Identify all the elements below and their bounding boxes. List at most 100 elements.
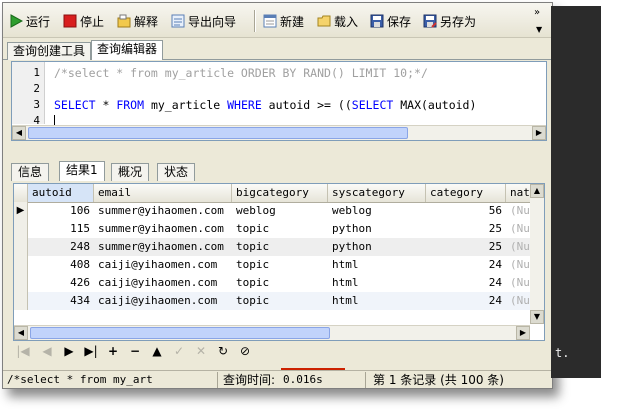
- editor-horizontal-scrollbar[interactable]: ◀ ▶: [12, 125, 546, 140]
- result-tabs: 信息 结果1 概况 状态: [11, 161, 545, 181]
- stop-label: 停止: [80, 14, 105, 29]
- cell-autoid[interactable]: 408: [28, 256, 94, 274]
- add-record-icon[interactable]: +: [105, 343, 121, 359]
- explain-button[interactable]: 解释: [117, 11, 158, 31]
- export-wizard-button[interactable]: 导出向导: [171, 11, 236, 31]
- sql-line-1-comment: /*select * from my_article ORDER BY RAND…: [54, 66, 428, 80]
- table-row[interactable]: 434 caiji@yihaomen.com topic html 24 (Nu: [14, 292, 544, 310]
- cell-email[interactable]: summer@yihaomen.com: [94, 220, 232, 238]
- cell-category[interactable]: 25: [426, 220, 506, 238]
- column-header-category[interactable]: category: [426, 184, 506, 202]
- folder-icon: [317, 15, 331, 27]
- column-header-syscategory[interactable]: syscategory: [328, 184, 426, 202]
- cancel-changes-icon[interactable]: ✕: [193, 343, 209, 359]
- tab-query-editor[interactable]: 查询编辑器: [91, 40, 164, 60]
- table-row[interactable]: ▶ 106 summer@yihaomen.com weblog weblog …: [14, 202, 544, 220]
- cell-category[interactable]: 24: [426, 292, 506, 310]
- next-record-icon[interactable]: ▶: [61, 343, 77, 359]
- cell-category[interactable]: 24: [426, 274, 506, 292]
- cell-bigcategory[interactable]: topic: [232, 274, 328, 292]
- scroll-left-icon[interactable]: ◀: [12, 126, 26, 140]
- previous-record-icon[interactable]: ◀: [39, 343, 55, 359]
- cell-bigcategory[interactable]: topic: [232, 292, 328, 310]
- delete-record-icon[interactable]: −: [127, 343, 143, 359]
- cell-bigcategory[interactable]: weblog: [232, 202, 328, 220]
- result-grid[interactable]: autoid email bigcategory syscategory cat…: [13, 183, 545, 341]
- save-as-button[interactable]: 另存为: [423, 11, 476, 31]
- cell-syscategory[interactable]: html: [328, 274, 426, 292]
- grid-horizontal-scrollbar[interactable]: ◀ ▶: [14, 325, 530, 340]
- cell-email[interactable]: summer@yihaomen.com: [94, 238, 232, 256]
- table-row[interactable]: 426 caiji@yihaomen.com topic html 24 (Nu: [14, 274, 544, 292]
- sql-editor[interactable]: 1 2 3 4 /*select * from my_article ORDER…: [11, 61, 547, 141]
- table-row[interactable]: 408 caiji@yihaomen.com topic html 24 (Nu: [14, 256, 544, 274]
- cell-nat[interactable]: (Nu: [506, 238, 530, 256]
- scroll-left-icon[interactable]: ◀: [14, 326, 28, 340]
- save-button[interactable]: 保存: [370, 11, 411, 31]
- cell-category[interactable]: 25: [426, 238, 506, 256]
- table-row[interactable]: 248 summer@yihaomen.com topic python 25 …: [14, 238, 544, 256]
- cell-syscategory[interactable]: html: [328, 292, 426, 310]
- scroll-thumb[interactable]: [28, 127, 408, 139]
- tab-info[interactable]: 信息: [11, 163, 50, 181]
- sql-keyword: FROM: [116, 98, 145, 112]
- apply-changes-icon[interactable]: ✓: [171, 343, 187, 359]
- cell-bigcategory[interactable]: topic: [232, 238, 328, 256]
- cell-syscategory[interactable]: html: [328, 256, 426, 274]
- stop-refresh-icon[interactable]: ⊘: [237, 343, 253, 359]
- save-as-label: 另存为: [440, 14, 477, 29]
- cell-category[interactable]: 24: [426, 256, 506, 274]
- cell-syscategory[interactable]: weblog: [328, 202, 426, 220]
- tab-profile[interactable]: 概况: [111, 163, 150, 181]
- cell-nat[interactable]: (Nu: [506, 274, 530, 292]
- line-number-gutter: 1 2 3 4: [12, 62, 45, 127]
- cell-syscategory[interactable]: python: [328, 238, 426, 256]
- status-query-text: /*select * from my_art: [7, 373, 153, 386]
- scroll-thumb[interactable]: [30, 327, 330, 339]
- scroll-right-icon[interactable]: ▶: [516, 326, 530, 340]
- tab-result1[interactable]: 结果1: [59, 161, 105, 181]
- cell-bigcategory[interactable]: topic: [232, 256, 328, 274]
- scroll-right-icon[interactable]: ▶: [532, 126, 546, 140]
- row-indicator: [14, 220, 28, 238]
- stop-button[interactable]: 停止: [63, 11, 104, 31]
- column-header-autoid[interactable]: autoid: [28, 184, 94, 202]
- cell-autoid[interactable]: 434: [28, 292, 94, 310]
- scroll-down-icon[interactable]: ▼: [530, 310, 544, 324]
- first-record-icon[interactable]: |◀: [15, 343, 31, 359]
- cell-nat[interactable]: (Nu: [506, 256, 530, 274]
- edit-record-icon[interactable]: ▲: [149, 343, 165, 359]
- refresh-icon[interactable]: ↻: [215, 343, 231, 359]
- scroll-up-icon[interactable]: ▲: [530, 184, 544, 198]
- toolbar-overflow-chevron-icon[interactable]: »: [534, 7, 540, 18]
- cell-nat[interactable]: (Nu: [506, 202, 530, 220]
- cell-email[interactable]: caiji@yihaomen.com: [94, 256, 232, 274]
- new-button[interactable]: 新建: [263, 11, 304, 31]
- cell-autoid[interactable]: 248: [28, 238, 94, 256]
- toolbar-divider: [254, 10, 256, 32]
- cell-email[interactable]: summer@yihaomen.com: [94, 202, 232, 220]
- run-button[interactable]: 运行: [9, 11, 50, 31]
- cell-category[interactable]: 56: [426, 202, 506, 220]
- cell-syscategory[interactable]: python: [328, 220, 426, 238]
- last-record-icon[interactable]: ▶|: [83, 343, 99, 359]
- query-window: 运行 停止 解释 导出向导 新建 载入 保存 另存为 » ▼ 查询创建工具 查询…: [2, 2, 553, 389]
- cell-email[interactable]: caiji@yihaomen.com: [94, 292, 232, 310]
- cell-nat[interactable]: (Nu: [506, 220, 530, 238]
- load-button[interactable]: 载入: [317, 11, 358, 31]
- cell-email[interactable]: caiji@yihaomen.com: [94, 274, 232, 292]
- cell-autoid[interactable]: 426: [28, 274, 94, 292]
- highlight-line: [281, 368, 345, 370]
- status-bar: /*select * from my_art 查询时间: 0.016s 第 1 …: [3, 368, 552, 388]
- toolbar-dropdown-arrow-icon[interactable]: ▼: [536, 25, 542, 34]
- tab-query-builder[interactable]: 查询创建工具: [7, 42, 92, 60]
- column-header-bigcategory[interactable]: bigcategory: [232, 184, 328, 202]
- cell-autoid[interactable]: 106: [28, 202, 94, 220]
- column-header-email[interactable]: email: [94, 184, 232, 202]
- grid-vertical-scrollbar[interactable]: ▲ ▼: [530, 184, 544, 324]
- cell-nat[interactable]: (Nu: [506, 292, 530, 310]
- table-row[interactable]: 115 summer@yihaomen.com topic python 25 …: [14, 220, 544, 238]
- cell-bigcategory[interactable]: topic: [232, 220, 328, 238]
- cell-autoid[interactable]: 115: [28, 220, 94, 238]
- tab-status[interactable]: 状态: [157, 163, 196, 181]
